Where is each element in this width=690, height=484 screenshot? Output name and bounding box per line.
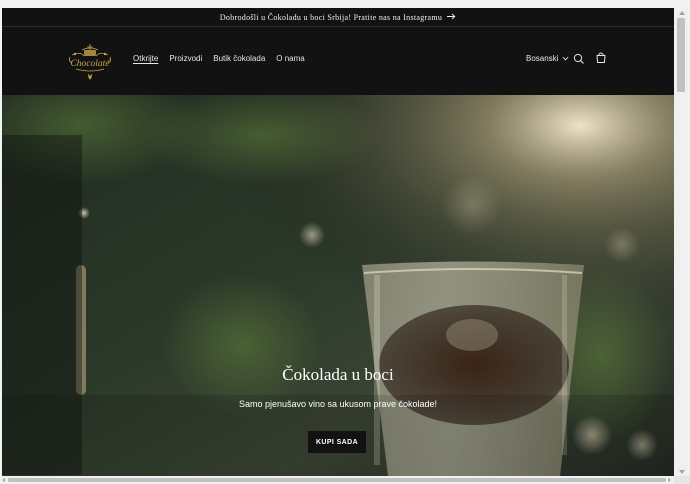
language-selector[interactable]: Bosanski (526, 54, 569, 63)
nav-item-o-nama[interactable]: O nama (276, 54, 304, 63)
brand-logo[interactable]: Chocolaté (62, 41, 118, 83)
search-icon[interactable] (573, 52, 585, 70)
announcement-bar[interactable]: Dobrodošli u Čokoladu u boci Srbija! Pra… (2, 8, 674, 27)
nav-item-otkrijte[interactable]: Otkrijte (133, 54, 158, 63)
scroll-right-icon[interactable] (668, 478, 671, 482)
hero-subtitle: Samo pjenušavo vino sa ukusom prave čoko… (238, 399, 438, 409)
hero-background-image (2, 95, 674, 476)
scroll-up-icon[interactable] (679, 11, 685, 15)
nav-item-butik-cokolada[interactable]: Butik čokolada (213, 54, 265, 63)
arrow-right-icon[interactable] (447, 13, 456, 22)
hero-banner: Čokolada u boci Samo pjenušavo vino sa u… (2, 95, 674, 476)
announcement-text[interactable]: Dobrodošli u Čokoladu u boci Srbija! Pra… (220, 13, 442, 22)
logo-wordmark: Chocolaté (70, 59, 110, 69)
horizontal-scroll-thumb[interactable] (8, 478, 666, 482)
scroll-left-icon[interactable] (2, 478, 5, 482)
scrollbar-corner (674, 476, 690, 484)
web-page: Dobrodošli u Čokoladu u boci Srbija! Pra… (2, 8, 674, 476)
chevron-down-icon (562, 56, 569, 61)
vertical-scroll-thumb[interactable] (677, 18, 685, 92)
language-label: Bosanski (526, 54, 559, 63)
scroll-down-icon[interactable] (679, 470, 685, 474)
buy-now-button[interactable]: KUPI SADA (308, 431, 366, 453)
nav-item-proizvodi[interactable]: Proizvodi (169, 54, 202, 63)
main-nav: Otkrijte Proizvodi Butik čokolada O nama (133, 54, 305, 63)
hero-title: Čokolada u boci (282, 365, 394, 384)
site-header: Chocolaté Otkrijte Proizvodi Butik čokol… (2, 27, 674, 95)
cart-icon[interactable] (595, 51, 607, 69)
